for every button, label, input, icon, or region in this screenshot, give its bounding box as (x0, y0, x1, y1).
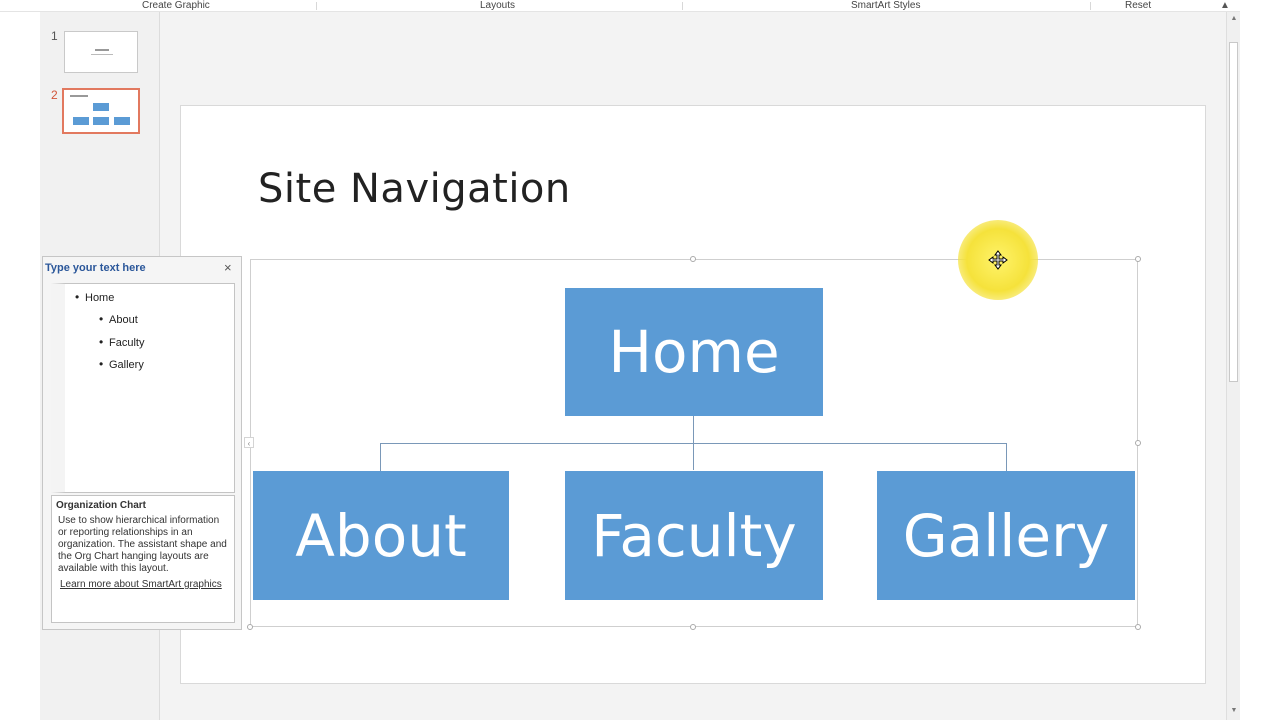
ribbon-separator (316, 2, 317, 10)
close-icon[interactable]: × (224, 260, 232, 275)
slide-thumbnail-1[interactable] (64, 31, 138, 73)
learn-more-link[interactable]: Learn more about SmartArt graphics (56, 579, 230, 591)
thumbnail-box-gallery (114, 117, 130, 125)
thumbnail-number: 2 (51, 88, 58, 102)
text-pane-bullet-list[interactable]: Home About Faculty Gallery (51, 283, 235, 493)
thumbnail-subtitle-line (91, 54, 113, 55)
thumbnail-title-line (70, 95, 88, 97)
right-margin (1240, 0, 1280, 720)
ribbon-group-reset[interactable]: Reset (1125, 0, 1151, 11)
ribbon-group-layouts[interactable]: Layouts (480, 0, 515, 11)
org-box-about[interactable]: About (253, 471, 509, 600)
org-box-label: Gallery (902, 501, 1110, 570)
org-box-label: About (295, 501, 467, 570)
ribbon-separator (1090, 2, 1091, 10)
connector-horizontal (380, 443, 1007, 444)
resize-handle-bottom-right[interactable] (1135, 624, 1141, 630)
thumbnail-title-line (95, 49, 109, 51)
smartart-ribbon: Create Graphic Layouts SmartArt Styles R… (0, 0, 1240, 12)
thumbnail-box-faculty (93, 117, 109, 125)
org-box-gallery[interactable]: Gallery (877, 471, 1135, 600)
text-pane-item-about[interactable]: About (99, 312, 138, 326)
chevron-left-icon[interactable]: ‹ (244, 437, 254, 448)
slide-thumbnail-2[interactable] (62, 88, 140, 134)
ribbon-group-create-graphic[interactable]: Create Graphic (142, 0, 210, 11)
text-pane-item-home[interactable]: Home (75, 290, 114, 304)
layout-description-box: Organization Chart Use to show hierarchi… (51, 495, 235, 623)
text-pane-item-faculty[interactable]: Faculty (99, 335, 144, 349)
resize-handle-bottom[interactable] (690, 624, 696, 630)
layout-name: Organization Chart (56, 500, 147, 511)
ribbon-group-smartart-styles[interactable]: SmartArt Styles (851, 0, 920, 11)
vertical-scrollbar[interactable]: ▲ ▼ (1226, 12, 1240, 720)
org-box-home[interactable]: Home (565, 288, 823, 416)
connector-about (380, 443, 381, 471)
ribbon-separator (682, 2, 683, 10)
text-pane-item-gallery[interactable]: Gallery (99, 357, 144, 371)
slide-title[interactable]: Site Navigation (258, 166, 571, 212)
smartart-text-pane: Type your text here × Home About Faculty… (42, 256, 242, 630)
resize-handle-top-right[interactable] (1135, 256, 1141, 262)
org-box-faculty[interactable]: Faculty (565, 471, 823, 600)
powerpoint-window: Create Graphic Layouts SmartArt Styles R… (0, 0, 1280, 720)
scroll-down-icon[interactable]: ▼ (1228, 706, 1240, 716)
resize-handle-right[interactable] (1135, 440, 1141, 446)
org-box-label: Home (608, 318, 780, 386)
thumbnail-number: 1 (51, 29, 58, 43)
thumbnail-box-home (93, 103, 109, 111)
scrollbar-thumb[interactable] (1229, 42, 1238, 382)
text-pane-title: Type your text here (45, 262, 146, 274)
caret-up-icon[interactable]: ▲ (1220, 0, 1230, 11)
resize-handle-bottom-left[interactable] (247, 624, 253, 630)
scroll-up-icon[interactable]: ▲ (1228, 14, 1240, 24)
left-margin (0, 12, 40, 720)
connector-gallery (1006, 443, 1007, 471)
move-cursor-icon (988, 250, 1008, 270)
org-box-label: Faculty (591, 501, 797, 570)
resize-handle-top[interactable] (690, 256, 696, 262)
thumbnail-box-about (73, 117, 89, 125)
layout-description: Use to show hierarchical information or … (58, 515, 227, 574)
